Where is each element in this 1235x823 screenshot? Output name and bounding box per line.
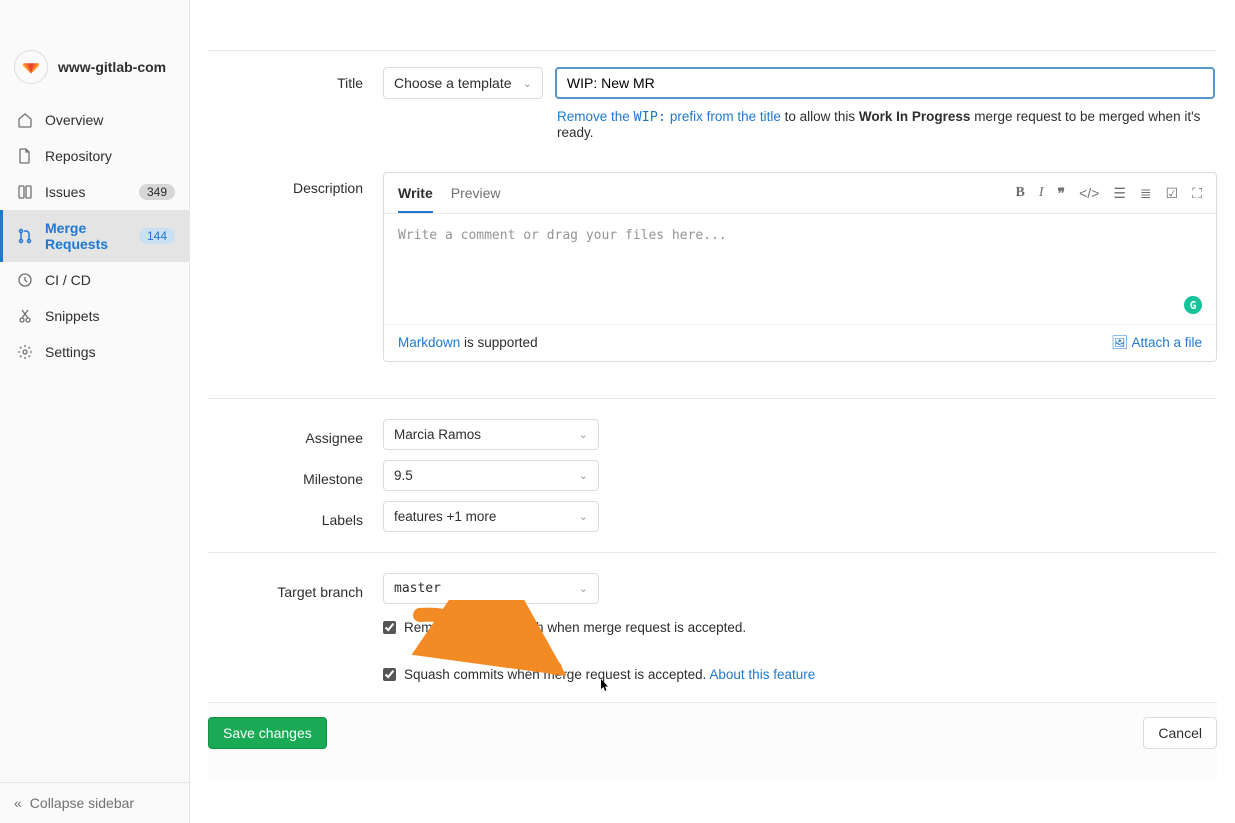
nav-label: Issues xyxy=(45,184,127,200)
save-button[interactable]: Save changes xyxy=(208,717,327,749)
title-help-text: Remove the WIP: prefix from the title to… xyxy=(557,109,1217,140)
squash-commits-label: Squash commits when merge request is acc… xyxy=(404,667,815,682)
nav-label: Repository xyxy=(45,148,175,164)
milestone-select[interactable]: 9.5⌄ xyxy=(383,460,599,491)
labels-select[interactable]: features +1 more⌄ xyxy=(383,501,599,532)
sidebar-item-cicd[interactable]: CI / CD xyxy=(0,262,189,298)
chevron-down-icon: ⌄ xyxy=(579,582,588,595)
markdown-link[interactable]: Markdown xyxy=(398,335,460,350)
description-label: Description xyxy=(208,172,383,362)
about-feature-link[interactable]: About this feature xyxy=(709,667,815,682)
grammarly-icon: G xyxy=(1184,296,1202,314)
sidebar-item-merge-requests[interactable]: Merge Requests 144 xyxy=(0,210,189,262)
markdown-help: Markdown is supported xyxy=(398,335,538,351)
nav-badge: 349 xyxy=(139,184,175,200)
sidebar-item-issues[interactable]: Issues 349 xyxy=(0,174,189,210)
nav-label: Settings xyxy=(45,344,175,360)
numbered-list-icon[interactable]: ≣ xyxy=(1140,185,1152,202)
labels-label: Labels xyxy=(208,506,383,528)
chevron-down-icon: ⌄ xyxy=(579,510,588,523)
chevron-down-icon: ⌄ xyxy=(579,428,588,441)
sidebar-item-repository[interactable]: Repository xyxy=(0,138,189,174)
fullscreen-icon[interactable]: ⛶ xyxy=(1192,185,1202,202)
gear-icon xyxy=(17,344,33,360)
main-content: Title Choose a template ⌄ Remove the WIP… xyxy=(190,0,1235,823)
cicd-icon xyxy=(17,272,33,288)
editor-textarea[interactable]: Write a comment or drag your files here.… xyxy=(384,214,1216,324)
assignee-label: Assignee xyxy=(208,424,383,446)
nav-label: Merge Requests xyxy=(45,220,127,252)
target-branch-select[interactable]: master⌄ xyxy=(383,573,599,604)
bullet-list-icon[interactable]: ☰ xyxy=(1113,185,1126,202)
cancel-button[interactable]: Cancel xyxy=(1143,717,1217,749)
remove-source-branch-label: Remove source branch when merge request … xyxy=(404,620,746,635)
project-name: www-gitlab-com xyxy=(58,59,166,75)
attach-file-link[interactable]: 🖼 Attach a file xyxy=(1111,335,1202,351)
quote-icon[interactable]: ❞ xyxy=(1058,185,1066,202)
title-label: Title xyxy=(208,67,383,140)
merge-request-icon xyxy=(17,228,33,244)
issues-icon xyxy=(17,184,33,200)
chevron-down-icon: ⌄ xyxy=(579,469,588,482)
nav-label: Snippets xyxy=(45,308,175,324)
sidebar: www-gitlab-com Overview Repository Issue… xyxy=(0,0,190,823)
write-tab[interactable]: Write xyxy=(398,173,433,213)
chevron-down-icon: ⌄ xyxy=(523,77,532,90)
sidebar-item-snippets[interactable]: Snippets xyxy=(0,298,189,334)
code-icon[interactable]: </> xyxy=(1079,185,1099,202)
file-icon xyxy=(17,148,33,164)
home-icon xyxy=(17,112,33,128)
assignee-select[interactable]: Marcia Ramos⌄ xyxy=(383,419,599,450)
editor-toolbar: B I ❞ </> ☰ ≣ ☑ ⛶ xyxy=(1016,185,1202,202)
gitlab-logo-icon xyxy=(14,50,48,84)
collapse-label: Collapse sidebar xyxy=(30,795,134,811)
title-input[interactable] xyxy=(555,67,1215,99)
description-editor: Write Preview B I ❞ </> ☰ ≣ ☑ xyxy=(383,172,1217,362)
template-select-label: Choose a template xyxy=(394,75,512,91)
collapse-sidebar-button[interactable]: « Collapse sidebar xyxy=(0,782,189,823)
nav-badge: 144 xyxy=(139,228,175,244)
nav-label: CI / CD xyxy=(45,272,175,288)
nav-list: Overview Repository Issues 349 Merge Req… xyxy=(0,102,189,370)
template-select[interactable]: Choose a template ⌄ xyxy=(383,67,543,99)
target-branch-label: Target branch xyxy=(208,578,383,600)
sidebar-item-overview[interactable]: Overview xyxy=(0,102,189,138)
milestone-label: Milestone xyxy=(208,465,383,487)
remove-wip-link[interactable]: Remove the WIP: prefix from the title xyxy=(557,109,781,124)
preview-tab[interactable]: Preview xyxy=(451,173,501,213)
nav-label: Overview xyxy=(45,112,175,128)
squash-commits-checkbox[interactable] xyxy=(383,668,396,681)
project-header[interactable]: www-gitlab-com xyxy=(0,40,189,102)
italic-icon[interactable]: I xyxy=(1039,185,1044,202)
chevron-left-icon: « xyxy=(14,795,22,811)
snippets-icon xyxy=(17,308,33,324)
bold-icon[interactable]: B xyxy=(1016,185,1025,202)
remove-source-branch-checkbox[interactable] xyxy=(383,621,396,634)
image-icon: 🖼 xyxy=(1111,335,1128,350)
task-list-icon[interactable]: ☑ xyxy=(1166,185,1179,202)
sidebar-item-settings[interactable]: Settings xyxy=(0,334,189,370)
